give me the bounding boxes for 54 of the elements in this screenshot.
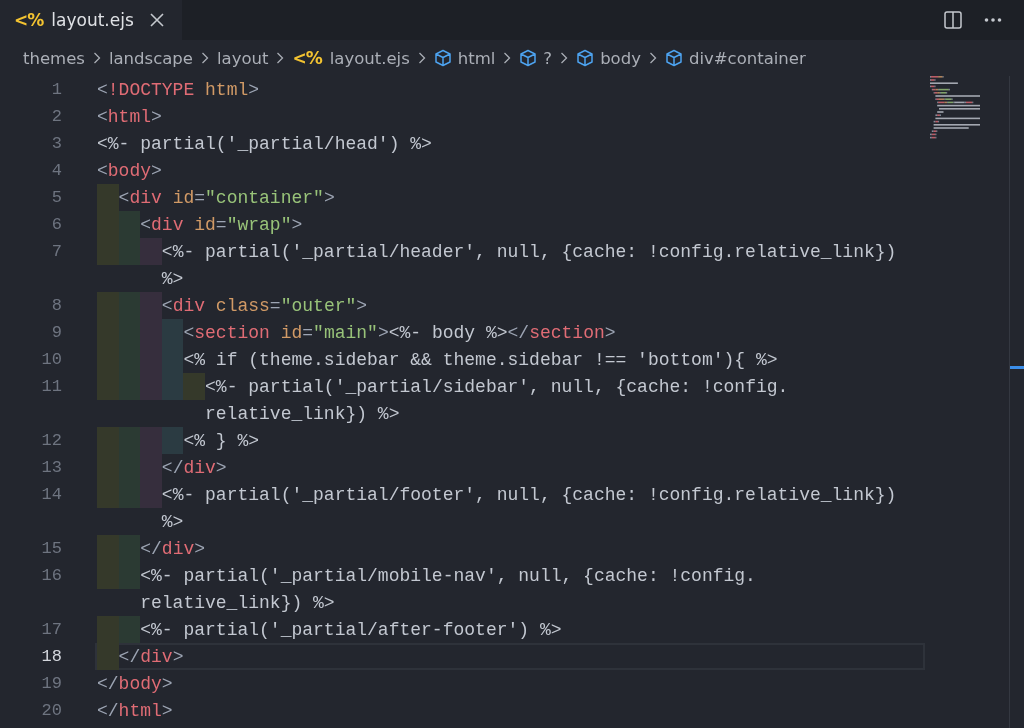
line-number: 12: [40, 431, 62, 450]
breadcrumb-item[interactable]: layout.ejs: [329, 48, 410, 68]
line-number: 19: [40, 674, 62, 693]
line-number: 6: [50, 215, 62, 234]
editor-tab[interactable]: <% layout.ejs: [0, 0, 182, 40]
code-line: <% } %>: [97, 429, 260, 452]
line-number: 9: [50, 323, 62, 342]
line-number: 2: [50, 107, 62, 126]
line-number: 20: [40, 701, 62, 720]
code-line: <%- partial('_partial/head') %>: [97, 132, 432, 155]
code-line: </div>: [97, 645, 184, 668]
line-number: 1: [50, 80, 62, 99]
code-line: %>: [160, 510, 184, 533]
breadcrumb-item[interactable]: body: [600, 48, 641, 68]
code-line: </html>: [97, 699, 173, 722]
line-number: 3: [50, 134, 62, 153]
code-line: <div id="container">: [97, 186, 335, 209]
code-line: <%- partial('_partial/after-footer') %>: [97, 618, 562, 641]
code-line: <%- partial('_partial/mobile-nav', null, {cache: !config.: [97, 564, 756, 587]
line-number: 18: [40, 647, 62, 666]
line-number: 13: [40, 458, 62, 477]
line-number: 16: [40, 566, 62, 585]
code-line: relative_link}) %>: [139, 591, 335, 614]
line-number: 15: [40, 539, 62, 558]
breadcrumb-item[interactable]: layout: [216, 48, 269, 68]
line-number: 4: [50, 161, 62, 180]
code-line: <body>: [97, 159, 162, 182]
breadcrumb-item[interactable]: landscape: [108, 48, 193, 68]
code-line: %>: [160, 267, 184, 290]
code-line: <!DOCTYPE html>: [97, 78, 260, 101]
line-number: 10: [40, 350, 62, 369]
file-type-icon: <%: [292, 48, 322, 68]
breadcrumb-item[interactable]: div#container: [688, 48, 806, 68]
code-line: <div id="wrap">: [97, 213, 303, 236]
code-line: <% if (theme.sidebar && theme.sidebar !== 'bottom'){ %>: [97, 348, 778, 371]
line-number: 7: [50, 242, 62, 261]
line-number: 17: [40, 620, 62, 639]
line-number: 8: [50, 296, 62, 315]
code-line: </div>: [97, 537, 206, 560]
code-line: </div>: [97, 456, 227, 479]
breadcrumb-item[interactable]: themes: [23, 48, 85, 68]
line-number: 5: [50, 188, 62, 207]
code-line: <section id="main"><%- body %></section>: [97, 321, 616, 344]
code-line: </body>: [97, 672, 173, 695]
code-line: <div class="outer">: [97, 294, 368, 317]
code-line: <%- partial('_partial/sidebar', null, {cache: !config.: [97, 375, 789, 398]
code-line: relative_link}) %>: [204, 402, 400, 425]
breadcrumb-item[interactable]: ?: [543, 48, 553, 68]
line-number: 11: [40, 377, 62, 396]
line-number: 14: [40, 485, 62, 504]
code-line: <%- partial('_partial/footer', null, {cache: !config.relative_link}): [97, 483, 897, 506]
breadcrumb-item[interactable]: html: [457, 48, 496, 68]
code-line: <%- partial('_partial/header', null, {cache: !config.relative_link}): [97, 240, 897, 263]
code-line: <html>: [97, 105, 162, 128]
